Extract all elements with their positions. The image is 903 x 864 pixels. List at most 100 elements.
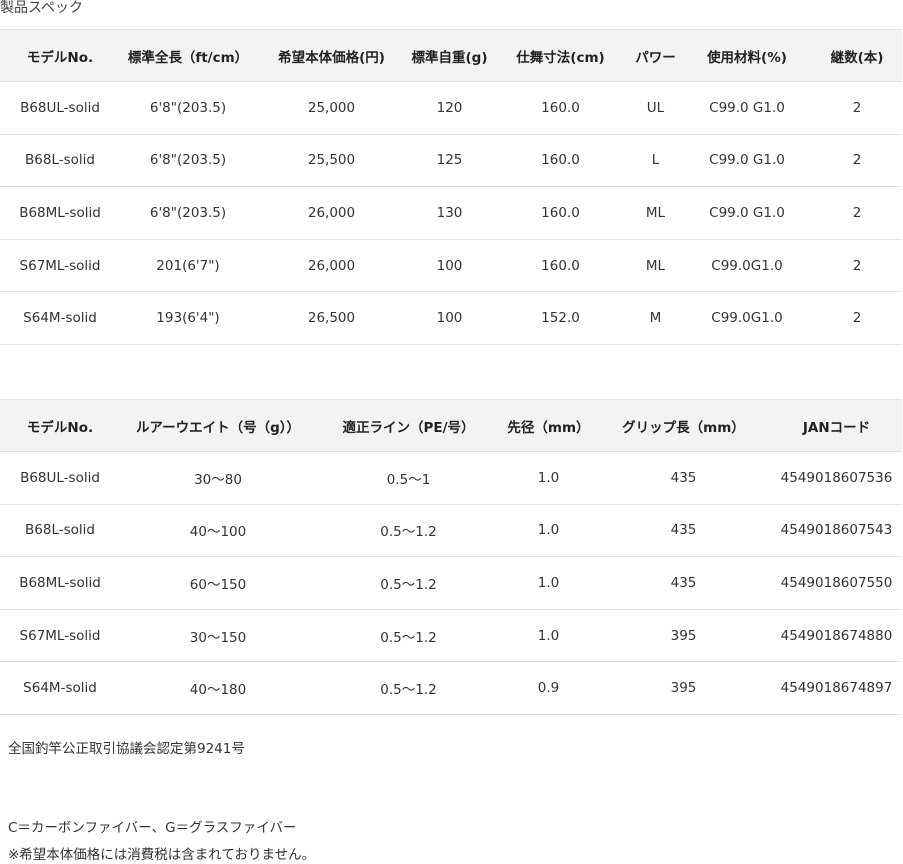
- table-row: S64M-solid 193(6'4") 26,500 100 152.0 M C99.0G…: [0, 292, 902, 345]
- table-cell-grip-length: 395: [670, 680, 697, 697]
- table-cell-power: UL: [646, 99, 665, 116]
- table-cell-length: 6'8"(203.5): [149, 152, 227, 169]
- table-row: B68L-solid 6'8"(203.5) 25,500 125 160.0 L C99.…: [0, 134, 902, 187]
- table-cell-tip-diameter: 1.0: [537, 522, 560, 539]
- table-cell-power: ML: [645, 257, 666, 274]
- table-row: B68ML-solid 6'8"(203.5) 26,000 130 160.0 ML C9…: [0, 187, 902, 240]
- table-cell-pieces: 2: [852, 257, 862, 274]
- table-cell-model: B68UL-solid: [20, 469, 100, 486]
- table-cell-jan-code: 4549018607536: [780, 469, 893, 486]
- table-cell-grip-length: 435: [670, 574, 697, 591]
- col-header-length: 標準全長（ft/cm）: [120, 29, 256, 82]
- table-cell-model: S67ML-solid: [19, 257, 101, 274]
- table-cell-pieces: 2: [852, 204, 862, 221]
- col-header-lure-weight: ルアーウエイト（号（g））: [120, 399, 316, 452]
- table-cell-tip-diameter: 1.0: [537, 469, 560, 486]
- table-row: B68L-solid 40～100 0.5～1.2 1.0 435 45490186075…: [0, 504, 902, 557]
- table-cell-price: 25,000: [307, 99, 356, 116]
- table-cell-closed-length: 152.0: [541, 310, 580, 327]
- table-cell-model: S64M-solid: [23, 680, 97, 697]
- table-cell-model: B68ML-solid: [19, 574, 101, 591]
- table-cell-grip-length: 435: [670, 469, 697, 486]
- table-cell-lure-weight: 40～180: [189, 682, 247, 699]
- table-cell-lure-weight: 60～150: [189, 576, 247, 593]
- table-cell-length: 6'8"(203.5): [149, 99, 227, 116]
- table-cell-power: ML: [645, 204, 666, 221]
- table-row: B68ML-solid 60～150 0.5～1.2 1.0 435 4549018607…: [0, 557, 902, 610]
- table-cell-closed-length: 160.0: [541, 152, 580, 169]
- table-cell-jan-code: 4549018674880: [780, 627, 893, 644]
- table-cell-jan-code: 4549018607550: [780, 574, 893, 591]
- table-cell-weight: 125: [436, 152, 463, 169]
- table-cell-line: 0.5～1: [386, 471, 431, 488]
- table-cell-model: S67ML-solid: [19, 627, 101, 644]
- table-cell-price: 26,500: [307, 310, 356, 327]
- table-cell-weight: 130: [436, 204, 463, 221]
- col-header-grip-length: グリップ長（mm）: [596, 399, 771, 452]
- col-header-tip-diameter: 先径（mm）: [501, 399, 596, 452]
- table-cell-jan-code: 4549018607543: [780, 522, 893, 539]
- col-header-pieces: 継数(本): [812, 29, 902, 82]
- table-cell-material: C99.0 G1.0: [709, 99, 785, 116]
- table-cell-material: C99.0 G1.0: [709, 204, 785, 221]
- col-header-power: パワー: [629, 29, 682, 82]
- col-header-closed-length: 仕舞寸法(cm): [492, 29, 629, 82]
- table-cell-model: B68L-solid: [25, 522, 95, 539]
- line-table: モデルNo. ルアーウエイト（号（g）） 適正ライン（PE/号） 先径（mm） …: [0, 399, 902, 715]
- table-cell-power: M: [649, 310, 662, 327]
- section-heading: 製品スペック: [0, 0, 84, 16]
- table-row: B68UL-solid 6'8"(203.5) 25,000 120 160.0 UL C9…: [0, 82, 902, 135]
- table-cell-power: L: [651, 152, 660, 169]
- table-cell-lure-weight: 40～100: [189, 524, 247, 541]
- table-cell-length: 193(6'4"): [156, 310, 220, 327]
- table-cell-jan-code: 4549018674897: [780, 680, 893, 697]
- table-row: B68UL-solid 30～80 0.5～1 1.0 435 4549018607536: [0, 452, 902, 505]
- col-header-weight: 標準自重(g): [407, 29, 492, 82]
- table-cell-line: 0.5～1.2: [380, 524, 437, 541]
- line-table-header-row: モデルNo. ルアーウエイト（号（g）） 適正ライン（PE/号） 先径（mm） …: [0, 399, 902, 452]
- certification-note: 全国釣竿公正取引協議会認定第9241号: [8, 741, 245, 757]
- table-cell-closed-length: 160.0: [541, 204, 580, 221]
- table-cell-weight: 100: [436, 257, 463, 274]
- table-cell-material: C99.0 G1.0: [709, 152, 785, 169]
- table-cell-model: S64M-solid: [23, 310, 97, 327]
- table-cell-weight: 120: [436, 99, 463, 116]
- col-header-material: 使用材料(%): [682, 29, 812, 82]
- table-cell-pieces: 2: [852, 99, 862, 116]
- table-cell-line: 0.5～1.2: [380, 576, 437, 593]
- table-cell-length: 201(6'7"): [156, 257, 220, 274]
- col-header-jan-code: JANコード: [771, 399, 902, 452]
- table-cell-closed-length: 160.0: [541, 99, 580, 116]
- table-cell-material: C99.0G1.0: [711, 257, 783, 274]
- table-cell-weight: 100: [436, 310, 463, 327]
- table-cell-line: 0.5～1.2: [380, 682, 437, 699]
- table-cell-price: 26,000: [307, 257, 356, 274]
- table-cell-pieces: 2: [852, 152, 862, 169]
- table-cell-model: B68UL-solid: [20, 99, 100, 116]
- col-header-line: 適正ライン（PE/号）: [316, 399, 501, 452]
- table-cell-price: 26,000: [307, 204, 356, 221]
- table-cell-closed-length: 160.0: [541, 257, 580, 274]
- table-cell-model: B68ML-solid: [19, 204, 101, 221]
- table-cell-material: C99.0G1.0: [711, 310, 783, 327]
- table-cell-line: 0.5～1.2: [380, 629, 437, 646]
- tax-note: ※希望本体価格には消費税は含まれておりません。: [8, 847, 316, 863]
- table-row: S67ML-solid 30～150 0.5～1.2 1.0 395 4549018674…: [0, 609, 902, 662]
- table-cell-model: B68L-solid: [25, 152, 95, 169]
- col-header-price: 希望本体価格(円): [256, 29, 407, 82]
- spec-table: モデルNo. 標準全長（ft/cm） 希望本体価格(円) 標準自重(g) 仕舞寸…: [0, 29, 902, 345]
- table-cell-lure-weight: 30～80: [194, 471, 242, 488]
- table-cell-grip-length: 435: [670, 522, 697, 539]
- col-header-model: モデルNo.: [0, 29, 120, 82]
- material-legend-note: C＝カーボンファイバー、G＝グラスファイバー: [8, 820, 297, 836]
- table-cell-tip-diameter: 1.0: [537, 574, 560, 591]
- table-cell-lure-weight: 30～150: [189, 629, 247, 646]
- table-cell-length: 6'8"(203.5): [149, 204, 227, 221]
- spec-table-header-row: モデルNo. 標準全長（ft/cm） 希望本体価格(円) 標準自重(g) 仕舞寸…: [0, 29, 902, 82]
- table-cell-tip-diameter: 1.0: [537, 627, 560, 644]
- table-cell-tip-diameter: 0.9: [537, 680, 560, 697]
- col-header-model: モデルNo.: [0, 399, 120, 452]
- table-cell-grip-length: 395: [670, 627, 697, 644]
- table-row: S64M-solid 40～180 0.5～1.2 0.9 395 45490186748…: [0, 662, 902, 715]
- table-row: S67ML-solid 201(6'7") 26,000 100 160.0 ML C99.…: [0, 239, 902, 292]
